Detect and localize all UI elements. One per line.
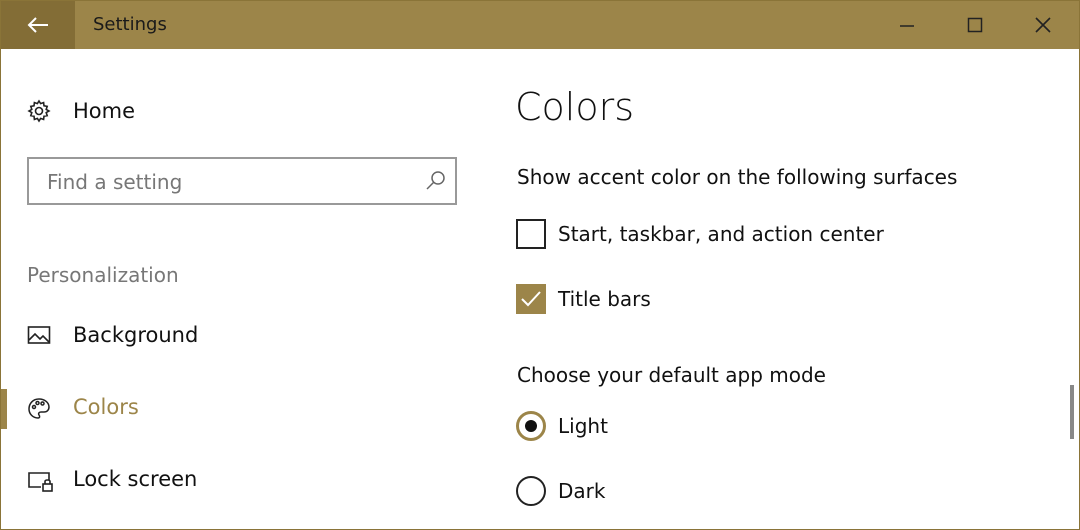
sidebar-item-label: Background — [73, 323, 199, 347]
close-icon — [1035, 17, 1051, 33]
section-label-personalization: Personalization — [27, 263, 179, 287]
home-label: Home — [73, 99, 136, 123]
search-box[interactable] — [27, 157, 457, 205]
gear-icon — [27, 99, 51, 123]
picture-icon — [27, 326, 51, 344]
radio-label: Light — [558, 414, 608, 438]
scrollbar[interactable] — [1070, 385, 1074, 439]
radio-light[interactable]: Light — [516, 410, 608, 442]
search-icon[interactable] — [424, 169, 448, 193]
minimize-icon — [900, 25, 914, 27]
close-button[interactable] — [1009, 1, 1077, 49]
title-bar: Settings — [1, 1, 1079, 49]
radio-label: Dark — [558, 479, 606, 503]
sidebar-item-home[interactable]: Home — [27, 95, 135, 127]
back-arrow-icon — [27, 17, 48, 33]
accent-heading: Show accent color on the following surfa… — [517, 165, 958, 189]
back-button[interactable] — [1, 1, 75, 49]
search-input[interactable] — [45, 167, 409, 197]
checkmark-icon — [521, 291, 541, 307]
radio-dot — [525, 420, 537, 432]
sidebar-item-label: Colors — [73, 395, 139, 419]
mode-heading: Choose your default app mode — [517, 363, 826, 387]
palette-icon — [28, 398, 50, 419]
sidebar-item-colors[interactable]: Colors — [1, 389, 461, 429]
lock-screen-icon — [28, 472, 53, 492]
checkbox[interactable] — [516, 219, 546, 249]
sidebar-item-label: Lock screen — [73, 467, 198, 491]
settings-window: Settings Home Find a setting Personaliza… — [0, 0, 1080, 530]
page-title: Colors — [515, 85, 635, 129]
sidebar-item-background[interactable]: Background — [1, 317, 461, 357]
minimize-button[interactable] — [873, 1, 941, 49]
active-indicator — [1, 389, 7, 429]
checkbox-label: Start, taskbar, and action center — [558, 222, 884, 246]
sidebar-item-lock-screen[interactable]: Lock screen — [1, 461, 461, 501]
window-title: Settings — [93, 14, 167, 35]
checkbox-checked[interactable] — [516, 284, 546, 314]
checkbox-title-bars[interactable]: Title bars — [516, 283, 651, 315]
radio-dark[interactable]: Dark — [516, 475, 605, 507]
maximize-icon — [967, 17, 983, 33]
maximize-button[interactable] — [941, 1, 1009, 49]
radio-button[interactable] — [516, 476, 546, 506]
radio-button-selected[interactable] — [516, 411, 546, 441]
checkbox-start-taskbar[interactable]: Start, taskbar, and action center — [516, 218, 884, 250]
checkbox-label: Title bars — [558, 287, 651, 311]
